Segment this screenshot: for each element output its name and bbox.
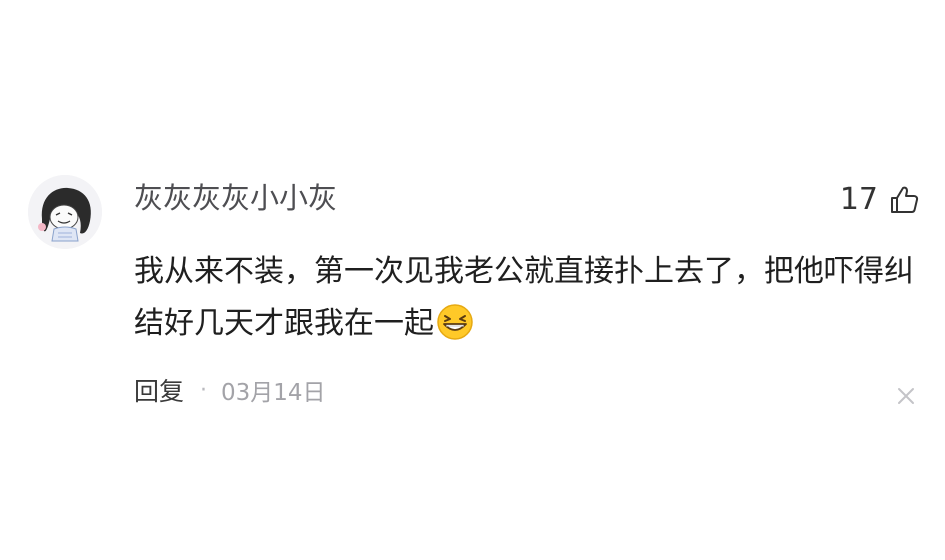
close-icon[interactable] (894, 384, 918, 408)
comment-item: 灰灰灰灰小小灰 17 我从来不装，第一次见我老公就直接扑上去了，把他吓得纠结好几… (0, 0, 945, 560)
grinning-squint-emoji-icon (436, 303, 474, 341)
reply-button[interactable]: 回复 (134, 372, 184, 408)
username[interactable]: 灰灰灰灰小小灰 (134, 178, 337, 218)
like-count: 17 (839, 182, 878, 217)
thumbs-up-icon[interactable] (888, 184, 920, 216)
comment-text-body: 我从来不装，第一次见我老公就直接扑上去了，把他吓得纠结好几天才跟我在一起 (134, 254, 914, 341)
comment-meta: 回复 · 03月14日 (134, 372, 326, 408)
comment-date: 03月14日 (221, 380, 326, 406)
avatar[interactable] (28, 175, 102, 249)
meta-separator: · (200, 377, 208, 403)
comment-text: 我从来不装，第一次见我老公就直接扑上去了，把他吓得纠结好几天才跟我在一起 (134, 246, 914, 350)
like-button[interactable]: 17 (840, 180, 920, 220)
